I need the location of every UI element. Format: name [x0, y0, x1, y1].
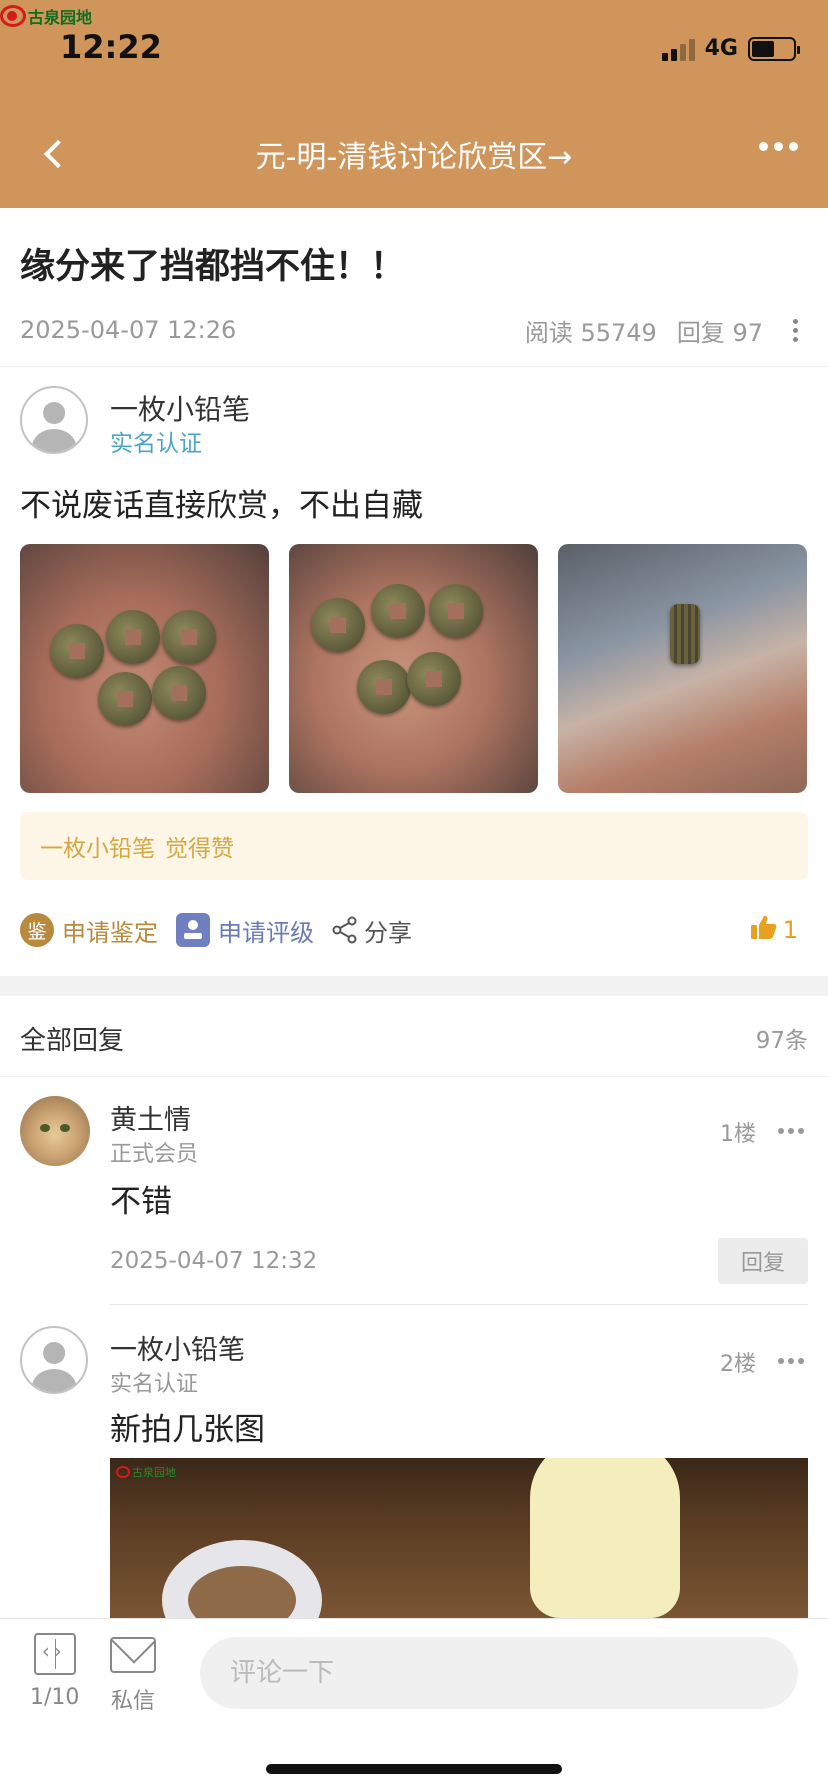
- reply-author-name[interactable]: 一枚小铅笔: [110, 1328, 245, 1367]
- share-icon: [332, 916, 358, 944]
- network-type: 4G: [704, 36, 738, 61]
- comment-input[interactable]: [200, 1637, 798, 1709]
- thumbs-up-icon: [750, 915, 777, 945]
- reply-author-role: 实名认证: [110, 1372, 199, 1397]
- reply-more-icon[interactable]: [778, 1128, 804, 1134]
- reply-date: 2025-04-07 12:32: [110, 1248, 318, 1274]
- read-stat: 阅读 55749: [525, 313, 657, 348]
- divider: [0, 366, 828, 367]
- grade-label: 申请评级: [218, 918, 314, 947]
- post-meta: 2025-04-07 12:26 阅读 55749 回复 97: [20, 312, 808, 348]
- mail-icon: [110, 1637, 156, 1673]
- section-gap: [0, 976, 828, 996]
- like-count: 1: [782, 916, 798, 944]
- home-indicator[interactable]: [266, 1764, 562, 1774]
- signal-icon: [661, 37, 695, 61]
- post-body: 不说废话直接欣赏，不出自藏: [20, 488, 423, 524]
- post-image-2[interactable]: [289, 544, 538, 793]
- reply-label: 回复: [676, 318, 725, 347]
- reply-floor: 1楼: [720, 1122, 756, 1147]
- reply-avatar[interactable]: [20, 1326, 88, 1394]
- battery-icon: [748, 36, 800, 61]
- share-label: 分享: [364, 918, 412, 947]
- appraise-label: 申请鉴定: [62, 918, 158, 947]
- status-icons: 4G: [661, 36, 800, 61]
- reply-count: 97: [732, 318, 763, 347]
- post-date: 2025-04-07 12:26: [20, 316, 237, 344]
- replies-header: 全部回复 97条: [20, 1018, 808, 1058]
- reply-stat: 回复 97: [677, 313, 763, 348]
- appraise-button[interactable]: 鉴 申请鉴定: [20, 913, 158, 948]
- watermark-text: 古泉园地: [132, 1466, 176, 1479]
- post-image-1[interactable]: [20, 544, 269, 793]
- logo-mark-icon: [0, 5, 26, 27]
- replies-title: 全部回复: [20, 1025, 125, 1056]
- private-message-button[interactable]: 私信: [110, 1633, 156, 1715]
- private-message-label: 私信: [110, 1689, 155, 1714]
- author-verified-badge: 实名认证: [110, 431, 202, 457]
- page-nav-button[interactable]: 1/10: [30, 1633, 79, 1710]
- post-image-3[interactable]: [558, 544, 807, 793]
- watermark-logo: 古泉园地: [116, 1464, 176, 1480]
- app-logo: 古泉园地: [0, 4, 92, 28]
- header: 古泉园地 12:22 4G 元-明-清钱讨论欣赏区→: [0, 0, 828, 208]
- post-menu-icon[interactable]: [793, 318, 798, 342]
- post-title: 缘分来了挡都挡不住！！: [20, 247, 406, 287]
- reply-button[interactable]: 回复: [718, 1238, 808, 1284]
- reply-floor: 2楼: [720, 1352, 756, 1377]
- app-logo-text: 古泉园地: [28, 8, 93, 27]
- forum-section-title[interactable]: 元-明-清钱讨论欣赏区→: [0, 132, 828, 176]
- divider: [0, 1076, 828, 1077]
- battery-level: [752, 40, 774, 57]
- reply-avatar[interactable]: [20, 1096, 90, 1166]
- reply-image[interactable]: 古泉园地: [110, 1458, 808, 1618]
- page-indicator: 1/10: [30, 1685, 80, 1710]
- like-note-text: 觉得赞: [165, 836, 234, 862]
- read-count: 55749: [580, 318, 657, 347]
- author-avatar[interactable]: [20, 386, 88, 454]
- status-time: 12:22: [60, 28, 162, 66]
- like-note-user[interactable]: 一枚小铅笔: [40, 829, 155, 863]
- reply-more-icon[interactable]: [778, 1358, 804, 1364]
- page-switch-icon: [33, 1633, 76, 1675]
- reply-text: 新拍几张图: [110, 1412, 265, 1448]
- grade-icon: [176, 913, 210, 947]
- like-button[interactable]: 1: [750, 915, 798, 945]
- share-button[interactable]: 分享: [332, 913, 412, 948]
- replies-count: 97条: [755, 1028, 808, 1054]
- reply-text: 不错: [110, 1184, 172, 1220]
- like-note: 一枚小铅笔 觉得赞: [20, 812, 808, 880]
- appraise-icon: 鉴: [20, 913, 54, 947]
- reply-author-name[interactable]: 黄土情: [110, 1098, 191, 1137]
- author-name[interactable]: 一枚小铅笔: [110, 388, 250, 428]
- post-actions: 鉴 申请鉴定 申请评级 分享 1: [20, 908, 808, 952]
- more-options-button[interactable]: [759, 142, 798, 151]
- divider: [110, 1304, 808, 1305]
- grade-button[interactable]: 申请评级: [176, 913, 314, 948]
- reply-author-role: 正式会员: [110, 1142, 199, 1167]
- read-label: 阅读: [524, 318, 573, 347]
